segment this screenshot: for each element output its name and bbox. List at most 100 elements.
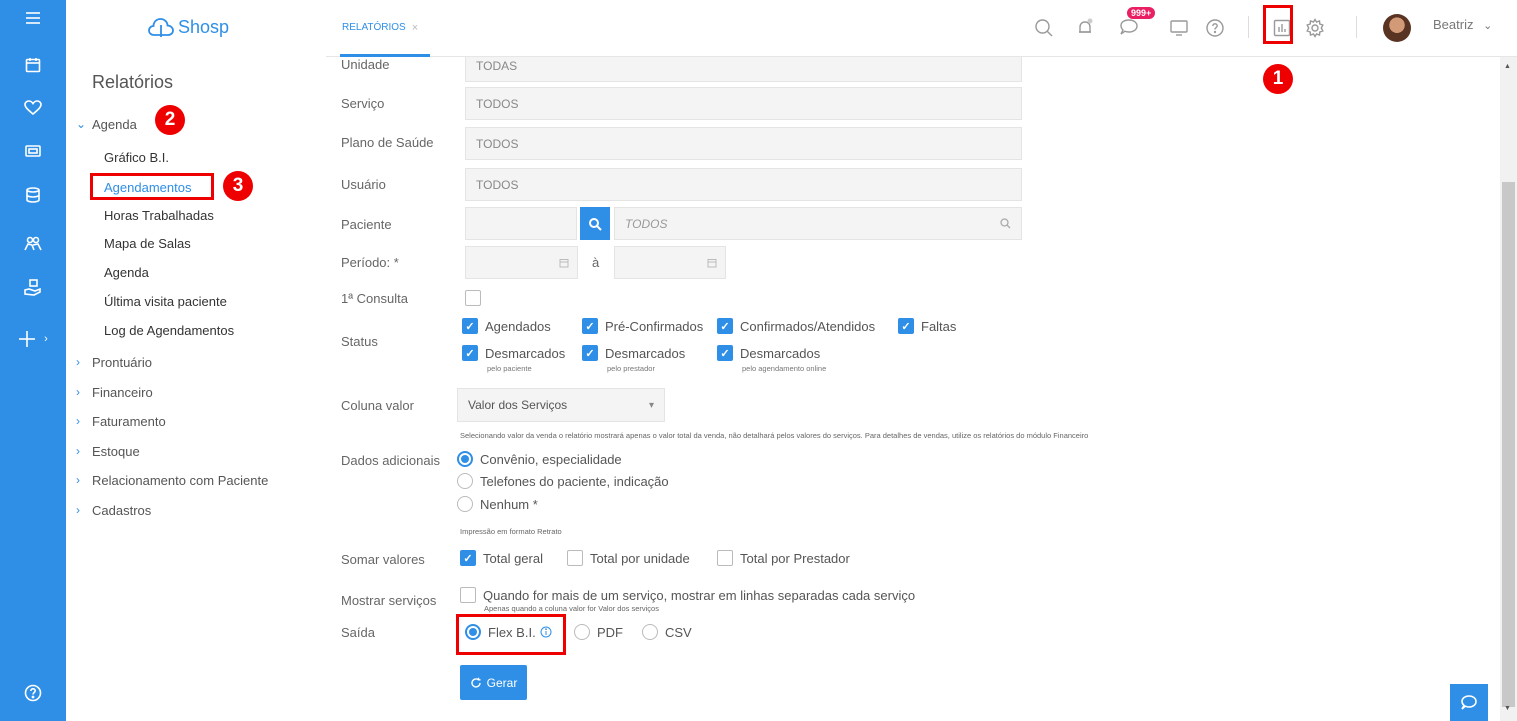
status-confirmados-atendidos[interactable]: ✓ Confirmados/Atendidos [717, 318, 875, 334]
plano-field[interactable]: TODOS [465, 127, 1022, 160]
radio-dot [574, 624, 590, 640]
people-icon[interactable] [0, 229, 66, 259]
nav-item-log-agendamentos[interactable]: Log de Agendamentos [104, 320, 234, 340]
help-icon[interactable] [0, 678, 66, 708]
nav-item-agenda[interactable]: Agenda [104, 262, 149, 282]
checkbox-box [465, 290, 481, 306]
status-desmarcados-prestador[interactable]: ✓ Desmarcados [582, 345, 685, 361]
unidade-value: TODAS [476, 58, 518, 73]
primeira-consulta-label: 1ª Consulta [341, 291, 408, 306]
servico-label: Serviço [341, 96, 385, 111]
vertical-scrollbar[interactable]: ▲ ▼ [1500, 57, 1517, 721]
check-icon: ✓ [898, 318, 914, 334]
chevron-down-icon: ⌄ [76, 117, 87, 131]
close-icon[interactable]: × [412, 22, 418, 34]
nav-section-cadastros[interactable]: › Cadastros [76, 500, 151, 520]
periodo-end-input[interactable] [614, 246, 726, 279]
dados-telefones-radio[interactable]: Telefones do paciente, indicação [457, 473, 669, 489]
dados-convenio-radio[interactable]: Convênio, especialidade [457, 451, 622, 467]
plano-value: TODOS [476, 136, 519, 151]
status-faltas[interactable]: ✓ Faltas [898, 318, 956, 334]
paciente-search-input[interactable]: TODOS [614, 207, 1022, 240]
somar-total-prestador[interactable]: Total por Prestador [717, 550, 850, 566]
user-menu[interactable]: Beatriz ⌄ [1433, 17, 1492, 32]
top-bar: RELATÓRIOS × 999+ Beatriz ⌄ 1 [326, 0, 1517, 94]
nav-section-agenda[interactable]: ⌄ Agenda [76, 114, 137, 134]
chevron-right-icon: › [76, 503, 80, 517]
paciente-search-button[interactable] [580, 207, 610, 240]
primeira-consulta-checkbox[interactable] [465, 290, 481, 306]
somar-total-unidade[interactable]: Total por unidade [567, 550, 690, 566]
option-label: Confirmados/Atendidos [740, 318, 876, 334]
scroll-down-arrow-icon[interactable]: ▼ [1504, 705, 1511, 712]
divider [1248, 16, 1249, 38]
divider [1356, 16, 1357, 38]
annotation-highlight-bi [1263, 5, 1293, 44]
app-logo[interactable]: Shosp [148, 12, 229, 42]
check-icon: ✓ [582, 318, 598, 334]
paciente-code-input[interactable] [465, 207, 577, 240]
servico-field[interactable]: TODOS [465, 87, 1022, 120]
nav-section-label: Financeiro [92, 384, 153, 400]
status-desmarcados-paciente[interactable]: ✓ Desmarcados [462, 345, 565, 361]
scroll-up-arrow-icon[interactable]: ▲ [1504, 63, 1511, 70]
heart-icon[interactable] [0, 93, 66, 123]
somar-total-geral[interactable]: ✓ Total geral [460, 550, 543, 566]
mostrar-servicos-checkbox[interactable]: Quando for mais de um serviço, mostrar e… [460, 587, 915, 603]
avatar[interactable] [1383, 14, 1411, 42]
calendar-icon[interactable] [0, 50, 66, 80]
paciente-placeholder: TODOS [625, 216, 668, 231]
bell-icon[interactable] [1072, 15, 1098, 41]
status-pre-confirmados[interactable]: ✓ Pré-Confirmados [582, 318, 703, 334]
nav-item-horas-trabalhadas[interactable]: Horas Trabalhadas [104, 205, 214, 225]
saida-csv-radio[interactable]: CSV [642, 624, 692, 640]
nav-item-grafico-bi[interactable]: Gráfico B.I. [104, 147, 169, 167]
icon-rail: › [0, 0, 66, 721]
user-name: Beatriz [1433, 17, 1474, 32]
check-icon: ✓ [462, 318, 478, 334]
monitor-icon[interactable] [1166, 15, 1192, 41]
nav-section-prontuario[interactable]: › Prontuário [76, 352, 152, 372]
help-circle-icon[interactable] [1202, 15, 1228, 41]
periodo-start-input[interactable] [465, 246, 578, 279]
nav-section-relacionamento[interactable]: › Relacionamento com Paciente [76, 470, 268, 490]
nav-section-label: Prontuário [92, 354, 152, 370]
gerar-button[interactable]: Gerar [460, 665, 527, 700]
chevron-right-icon: › [76, 414, 80, 428]
radio-dot [457, 451, 473, 467]
saida-pdf-radio[interactable]: PDF [574, 624, 623, 640]
chat-support-button[interactable] [1450, 684, 1488, 721]
nav-section-financeiro[interactable]: › Financeiro [76, 382, 153, 402]
status-agendados[interactable]: ✓ Agendados [462, 318, 551, 334]
mostrar-servicos-hint: Apenas quando a coluna valor for Valor d… [484, 604, 659, 613]
plus-icon[interactable]: › [0, 324, 66, 354]
check-icon: ✓ [582, 345, 598, 361]
coluna-valor-select[interactable]: Valor dos Serviços ▾ [457, 388, 665, 422]
tab-relatorios[interactable]: RELATÓRIOS × [340, 22, 430, 57]
nav-section-faturamento[interactable]: › Faturamento [76, 411, 166, 431]
annotation-marker-1: 1 [1263, 64, 1293, 94]
option-label: Faltas [921, 318, 957, 334]
search-icon[interactable] [1031, 15, 1057, 41]
servico-value: TODOS [476, 96, 519, 111]
unidade-field[interactable]: TODAS [465, 57, 1022, 82]
scrollbar-thumb[interactable] [1502, 182, 1515, 707]
gear-icon[interactable] [1302, 15, 1328, 41]
chevron-right-icon: › [76, 385, 80, 399]
option-label: Desmarcados [605, 345, 686, 361]
hand-box-icon[interactable] [0, 273, 66, 303]
check-icon: ✓ [462, 345, 478, 361]
status-desmarcados-online[interactable]: ✓ Desmarcados [717, 345, 820, 361]
money-icon[interactable] [0, 136, 66, 166]
nav-item-mapa-de-salas[interactable]: Mapa de Salas [104, 233, 191, 253]
nav-item-ultima-visita[interactable]: Última visita paciente [104, 291, 227, 311]
annotation-marker-3: 3 [223, 171, 253, 201]
usuario-field[interactable]: TODOS [465, 168, 1022, 201]
menu-icon[interactable] [0, 3, 66, 33]
nav-section-estoque[interactable]: › Estoque [76, 441, 140, 461]
database-icon[interactable] [0, 180, 66, 210]
status-label: Status [341, 334, 378, 349]
saida-label: Saída [341, 625, 375, 640]
dados-nenhum-radio[interactable]: Nenhum * [457, 496, 538, 512]
radio-dot [457, 473, 473, 489]
